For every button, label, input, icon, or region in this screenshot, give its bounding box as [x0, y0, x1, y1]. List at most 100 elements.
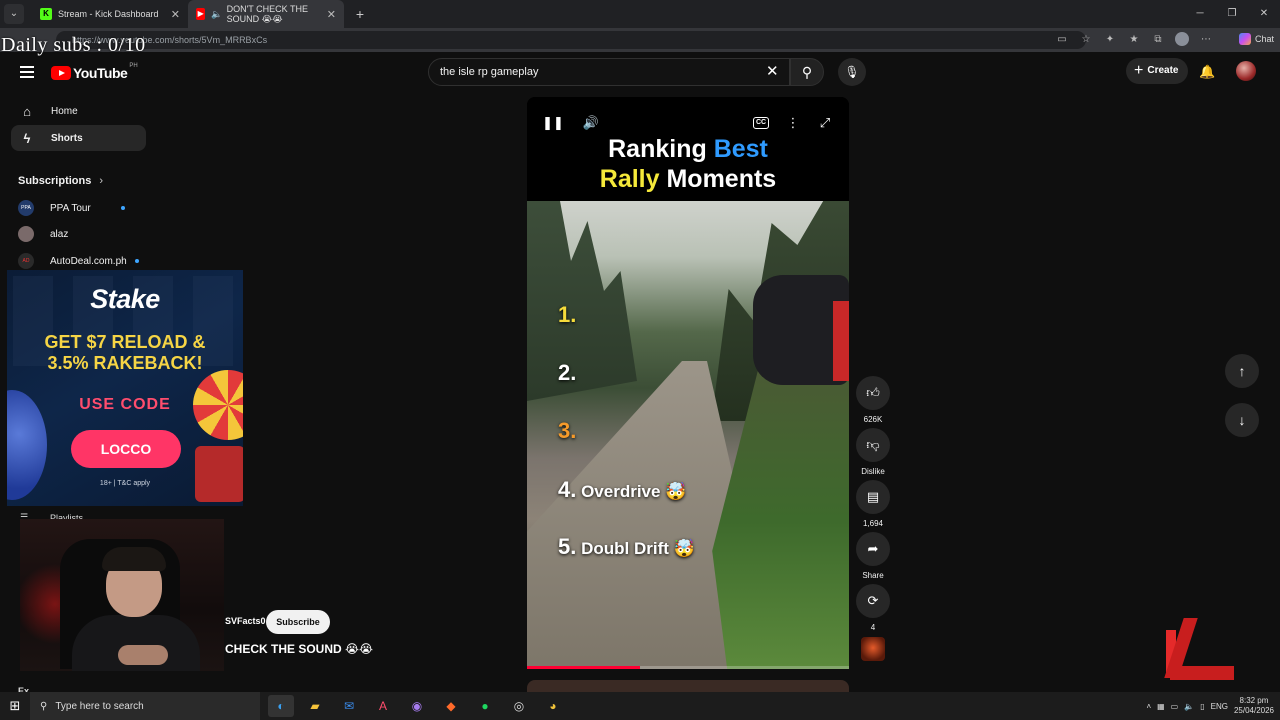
comments-action[interactable]: ▤ 1,694 — [856, 480, 890, 528]
thumbs-up-icon[interactable]: 👍︎ — [856, 376, 890, 410]
ad-legal-text: 18+ | T&C apply — [99, 480, 151, 487]
clock[interactable]: 8:32 pm 25/04/2026 — [1234, 696, 1274, 716]
new-tab-button[interactable]: + — [350, 6, 370, 22]
favorite-star-icon[interactable]: ☆ — [1078, 32, 1094, 48]
system-tray: ˄ ▦ ▭ 🔈 ▯ ENG 8:32 pm 25/04/2026 — [1146, 692, 1274, 720]
url-field[interactable]: https://www.youtube.com/shorts/5Vm_MRRBx… — [56, 31, 1086, 49]
chevron-up-icon[interactable]: ˄ — [1146, 702, 1151, 711]
language-indicator[interactable]: ENG — [1211, 702, 1228, 711]
edge-icon[interactable]: ◐ — [268, 695, 294, 717]
windows-start-icon[interactable]: ⊞ — [0, 698, 30, 714]
close-window-button[interactable]: ✕ — [1248, 0, 1280, 28]
tab-kick-dashboard[interactable]: K Stream - Kick Dashboard ✕ — [32, 0, 188, 28]
battery-icon[interactable]: ▯ — [1200, 702, 1204, 711]
taskbar-search[interactable]: ⚲ Type here to search — [30, 692, 260, 720]
clear-search-icon[interactable]: ✕ — [766, 64, 779, 79]
subscription-item[interactable]: alaz — [18, 226, 68, 242]
time: 8:32 pm — [1239, 696, 1269, 705]
voice-search-button[interactable]: 🎙 — [838, 58, 866, 86]
plus-icon: + — [1134, 62, 1144, 79]
profile-avatar[interactable] — [1174, 32, 1190, 48]
file-explorer-icon[interactable]: ▰ — [302, 695, 328, 717]
dislike-action[interactable]: 👎︎ Dislike — [856, 428, 890, 476]
streamer-hair — [102, 547, 166, 571]
new-content-dot — [134, 259, 139, 263]
channel-name[interactable]: SVFacts0 — [225, 616, 266, 626]
sidebar-item-shorts[interactable]: ϟ Shorts — [11, 125, 146, 151]
close-tab-icon[interactable]: ✕ — [171, 8, 180, 21]
short-caption[interactable]: CHECK THE SOUND 😭😭 — [225, 642, 373, 656]
shorts-player[interactable]: Ranking Best Rally Moments 1. 2. 3. 4. O… — [527, 97, 849, 669]
pause-icon[interactable]: ❚❚ — [542, 115, 564, 131]
minimize-button[interactable]: ─ — [1184, 0, 1216, 28]
speaker-icon[interactable]: 🔈 — [211, 9, 222, 20]
browser-tab-strip: ⌄ K Stream - Kick Dashboard ✕ ▶ 🔈 DON'T … — [0, 0, 1280, 28]
window-controls: ─ ❐ ✕ — [1184, 0, 1280, 28]
menu-icon[interactable] — [20, 66, 34, 78]
spotify-icon[interactable]: ● — [472, 695, 498, 717]
previous-short-button[interactable]: ↑ — [1225, 354, 1259, 388]
copilot-chat-button[interactable]: Chat — [1238, 33, 1274, 45]
chrome-icon[interactable]: ◕ — [540, 695, 566, 717]
app-icon-chat[interactable]: ◉ — [404, 695, 430, 717]
obs-icon[interactable]: ◎ — [506, 695, 532, 717]
dislike-label: Dislike — [861, 467, 885, 476]
search-icon: ⚲ — [801, 64, 813, 80]
share-action[interactable]: ➦ Share — [856, 532, 890, 580]
remix-action[interactable]: ⟳ 4 — [856, 584, 890, 632]
title-word-highlight: Best — [713, 135, 768, 163]
search-icon: ⚲ — [40, 700, 48, 712]
comment-count: 1,694 — [862, 519, 884, 528]
close-tab-icon[interactable]: ✕ — [327, 8, 336, 21]
youtube-logo[interactable]: YouTube PH — [51, 63, 138, 81]
thumbs-down-icon[interactable]: 👎︎ — [856, 428, 890, 462]
tab-search-icon[interactable]: ⌄ — [4, 4, 24, 24]
volume-icon[interactable]: 🔊 — [580, 115, 602, 131]
rank-number: 2. — [558, 360, 577, 385]
subscription-item[interactable]: AD AutoDeal.com.ph — [18, 253, 139, 269]
search-input[interactable]: the isle rp gameplay — [428, 58, 790, 86]
app-icon-a[interactable]: A — [370, 695, 396, 717]
more-options-icon[interactable]: ⋮ — [782, 115, 804, 131]
search-button[interactable]: ⚲ — [790, 58, 824, 86]
like-action[interactable]: 👍︎ 626K — [856, 376, 890, 424]
channel-avatar: PPA — [18, 200, 34, 216]
remix-count: 4 — [870, 623, 876, 632]
arrow-down-icon: ↓ — [1238, 412, 1246, 428]
stake-logo: Stake — [90, 284, 160, 314]
share-icon[interactable]: ➦ — [856, 532, 890, 566]
sound-thumbnail[interactable] — [861, 637, 885, 661]
comment-icon[interactable]: ▤ — [856, 480, 890, 514]
subscriptions-heading[interactable]: Subscriptions › — [18, 175, 103, 187]
next-short-button[interactable]: ↓ — [1225, 403, 1259, 437]
rank-number: 3. — [558, 418, 577, 443]
display-icon[interactable]: ▭ — [1171, 702, 1179, 711]
fullscreen-icon[interactable]: ⤢ — [814, 115, 836, 131]
captions-button[interactable]: CC — [753, 117, 769, 129]
extensions-icon[interactable]: ✦ — [1102, 32, 1118, 48]
more-menu-icon[interactable]: ⋯ — [1198, 32, 1214, 48]
video-progress-bar[interactable] — [527, 666, 849, 669]
volume-tray-icon[interactable]: 🔈 — [1184, 702, 1194, 711]
reader-icon[interactable]: ▭ — [1054, 32, 1070, 48]
account-avatar[interactable] — [1236, 61, 1256, 81]
subscribe-button[interactable]: Subscribe — [266, 610, 330, 634]
restore-button[interactable]: ❐ — [1216, 0, 1248, 28]
network-icon[interactable]: ▦ — [1157, 702, 1165, 711]
collections-icon[interactable]: ⧉ — [1150, 32, 1166, 48]
create-button[interactable]: + Create — [1126, 58, 1188, 84]
logo-text: YouTube — [73, 65, 128, 81]
rank-item-2: 2. — [558, 360, 576, 386]
subscription-item[interactable]: PPA PPA Tour — [18, 200, 125, 216]
subscription-name: alaz — [50, 228, 69, 240]
next-short-preview[interactable] — [527, 680, 849, 692]
brave-icon[interactable]: ◆ — [438, 695, 464, 717]
title-word-highlight: Rally — [599, 165, 660, 193]
tab-youtube-short[interactable]: ▶ 🔈 DON'T CHECK THE SOUND 😭😭 ✕ — [188, 0, 344, 28]
sidebar-item-home[interactable]: ⌂ Home — [11, 98, 146, 124]
remix-icon[interactable]: ⟳ — [856, 584, 890, 618]
notifications-bell-icon[interactable]: 🔔 — [1199, 64, 1215, 80]
favorites-icon[interactable]: ★ — [1126, 32, 1142, 48]
channel-avatar — [18, 226, 34, 242]
mail-icon[interactable]: ✉ — [336, 695, 362, 717]
